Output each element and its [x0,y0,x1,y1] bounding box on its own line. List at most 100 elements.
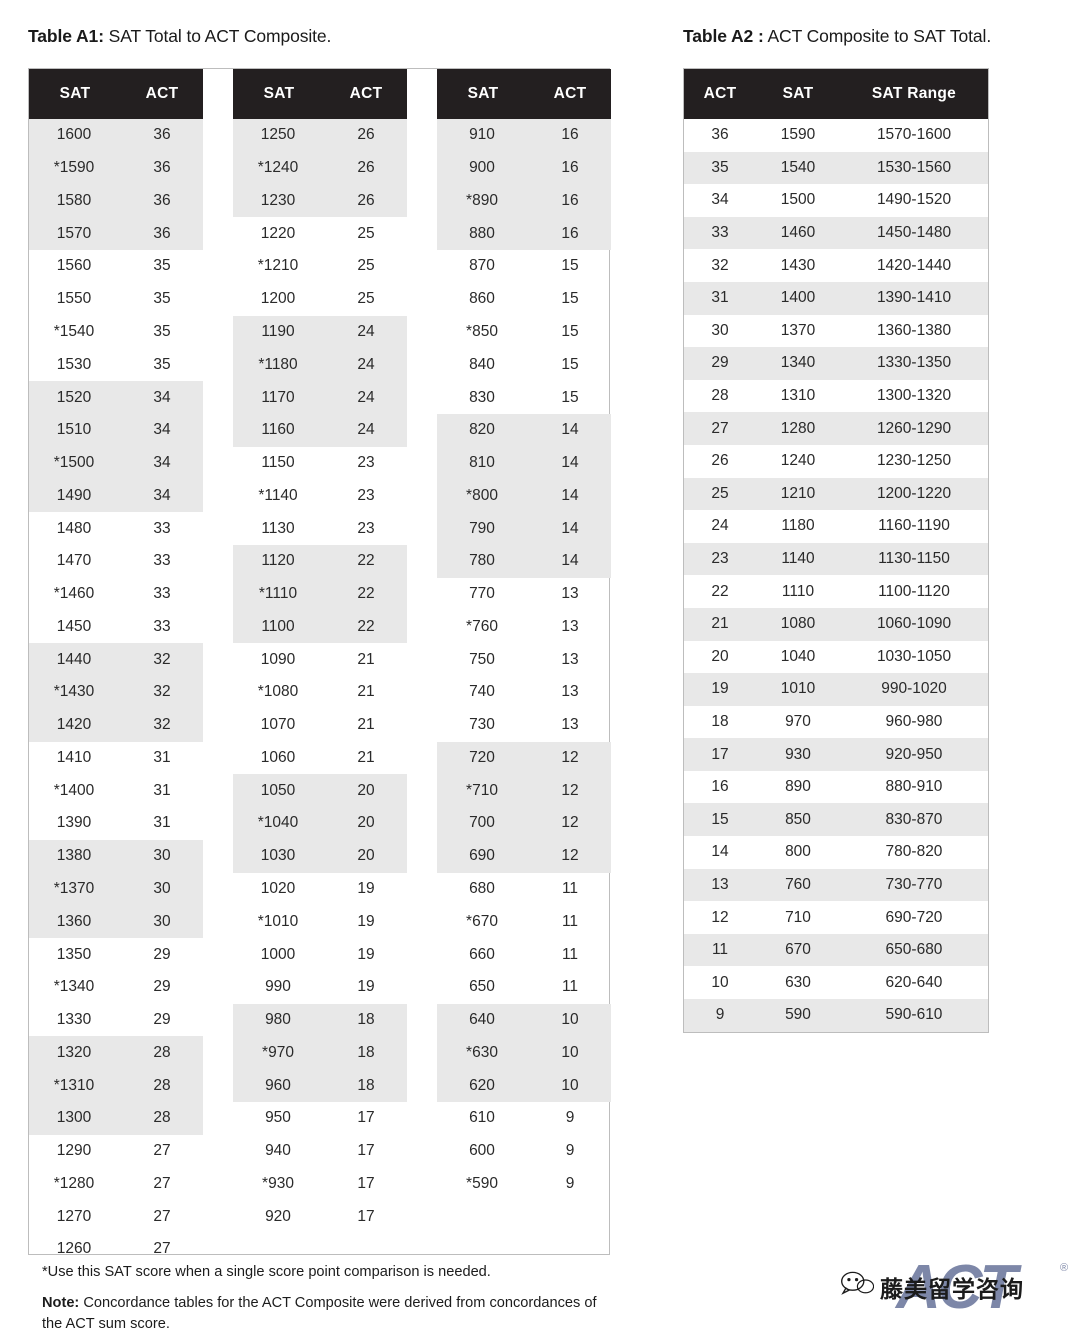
cell-sat: 840 [469,355,495,373]
table-row: 650 11 [437,971,611,1004]
table-row: 990 19 [233,971,407,1004]
cell-act: 24 [357,322,375,340]
note-label: Note: [42,1295,80,1312]
cell-act: 34 [711,191,729,209]
table-row: 840 15 [437,348,611,381]
cell-sat: 1020 [260,879,296,897]
table-row: 1190 24 [233,315,407,349]
cell-sat-range: 1570-1600 [876,126,952,144]
cell-act: 25 [357,224,375,242]
table-row: 1530 35 [29,348,203,381]
cell-act: 20 [357,814,375,832]
cell-sat: 640 [469,1011,495,1029]
cell-act: 15 [711,810,729,828]
cell-sat: *970 [262,1043,294,1061]
cell-act: 32 [153,716,171,734]
cell-sat: 1560 [56,257,92,275]
cell-sat: 690 [469,847,495,865]
footnotes: *Use this SAT score when a single score … [42,1262,602,1332]
cell-sat: *1430 [53,683,95,701]
cell-act: 35 [153,355,171,373]
cell-sat-range: 1160-1190 [878,517,950,535]
cell-act: 18 [711,712,729,730]
cell-act: 19 [711,680,729,698]
cell-act: 23 [711,550,729,568]
cell-sat: 790 [469,519,495,537]
cell-sat: 1420 [56,716,92,734]
cell-sat: 1200 [260,290,296,308]
table-a2-title: Table A2 : ACT Composite to SAT Total. [683,26,991,47]
cell-act: 14 [561,421,579,439]
concordance-tables-page: Table A1: SAT Total to ACT Composite. SA… [0,0,1080,1332]
cell-act: 12 [561,781,579,799]
cell-act: 36 [711,126,729,144]
cell-act: 22 [357,585,375,603]
table-row: *1310 28 [29,1069,203,1102]
table-row: 11 670 650-680 [684,933,988,967]
cell-sat: 1600 [56,126,92,144]
cell-sat: 660 [469,945,495,963]
cell-sat: 1250 [260,126,296,144]
table-row: 810 14 [437,446,611,480]
cell-sat-range: 1100-1120 [878,582,950,600]
cell-sat: 1570 [56,224,92,242]
cell-sat: *710 [466,781,498,799]
cell-act: 29 [711,354,729,372]
cell-sat: 780 [469,552,495,570]
table-row: 1060 21 [233,742,407,775]
cell-act: 30 [153,912,171,930]
table-row: 17 930 920-950 [684,738,988,771]
cell-sat-range: 590-610 [885,1006,943,1024]
table-row: 700 12 [437,807,611,840]
cell-sat: 1460 [780,224,816,242]
cell-sat: *1080 [257,683,299,701]
cell-sat: 1390 [56,814,92,832]
table-row: 1390 31 [29,807,203,840]
table-row: 1550 35 [29,283,203,316]
cell-act: 24 [711,517,729,535]
cell-act: 22 [357,552,375,570]
cell-act: 19 [357,879,375,897]
cell-act: 10 [711,973,729,991]
table-row: 35 1540 1530-1560 [684,151,988,185]
table-row: 870 15 [437,250,611,283]
cell-act: 30 [711,321,729,339]
table-row: 950 17 [233,1102,407,1135]
table-row: *1210 25 [233,250,407,283]
table-a1-title-label: Table A1: [28,26,104,46]
cell-act: 20 [357,847,375,865]
table-row: 1330 29 [29,1004,203,1037]
cell-sat: 1550 [56,290,92,308]
cell-sat: 620 [469,1076,495,1094]
cell-act: 25 [357,290,375,308]
cell-act: 10 [561,1011,579,1029]
table-row: 1150 23 [233,447,407,480]
cell-act: 20 [357,781,375,799]
cell-sat: *1180 [258,355,298,373]
cell-sat: 1440 [56,650,92,668]
cell-act: 13 [561,650,579,668]
registered-trademark-icon: ® [1060,1262,1069,1274]
cell-sat: *1500 [53,454,95,472]
cell-sat: 1100 [261,617,295,635]
cell-sat: 1510 [56,421,92,439]
cell-act: 33 [711,224,729,242]
table-row: *850 15 [437,316,611,349]
table-row: 19 1010 990-1020 [684,673,988,706]
cell-sat: 1430 [780,256,816,274]
cell-sat-range: 990-1020 [881,680,947,698]
table-row: 27 1280 1260-1290 [684,412,988,445]
cell-sat: 830 [469,388,495,406]
cell-act: 31 [153,814,171,832]
table-row: 770 13 [437,578,611,611]
cell-act: 33 [153,617,171,635]
cell-act: 18 [357,1076,375,1094]
cell-sat: 1140 [781,550,815,568]
cell-act: 23 [357,454,375,472]
cell-act: 28 [711,387,729,405]
wechat-account-name: 藤美留学咨询 [880,1276,1024,1302]
table-row: 1440 32 [29,643,203,677]
table-a1: SAT ACT 1600 36 *1590 36 1580 36 1570 36 1560 35 1… [28,68,611,1257]
cell-act: 15 [561,322,579,340]
cell-sat: *1310 [53,1076,95,1094]
